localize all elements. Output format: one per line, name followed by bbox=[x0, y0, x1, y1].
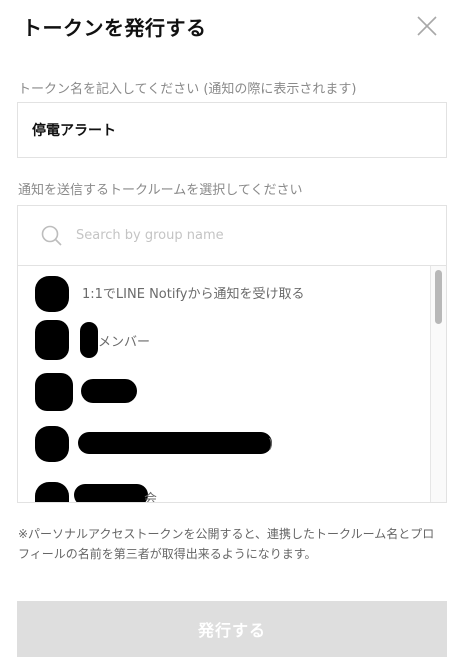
scrollbar-thumb[interactable] bbox=[435, 270, 442, 324]
token-name-input[interactable]: 停電アラート bbox=[17, 102, 447, 158]
redacted-name bbox=[78, 432, 272, 454]
room-list-scrollbar[interactable] bbox=[430, 266, 446, 502]
token-name-label: トークン名を記入してください (通知の際に表示されます) bbox=[18, 82, 357, 97]
room-item-label: 会 bbox=[144, 492, 158, 503]
redacted-name bbox=[80, 322, 98, 358]
issue-token-button[interactable]: 発行する bbox=[17, 601, 447, 657]
room-select-label: 通知を送信するトークルームを選択してください bbox=[18, 183, 303, 198]
room-item[interactable]: メンバー bbox=[18, 316, 428, 364]
avatar bbox=[35, 320, 69, 360]
close-icon[interactable] bbox=[415, 14, 439, 38]
room-item-label: メンバー bbox=[98, 334, 151, 350]
avatar bbox=[35, 426, 69, 462]
avatar bbox=[35, 482, 69, 502]
group-search-input[interactable] bbox=[76, 228, 376, 243]
room-item-label: 1:1でLINE Notifyから通知を受け取る bbox=[82, 286, 305, 302]
token-name-value: 停電アラート bbox=[32, 123, 116, 139]
avatar bbox=[35, 373, 73, 411]
avatar bbox=[35, 276, 69, 312]
redacted-name bbox=[81, 379, 137, 403]
room-item-notify[interactable]: 1:1でLINE Notifyから通知を受け取る bbox=[18, 268, 428, 316]
room-item[interactable]: ) bbox=[18, 420, 428, 468]
privacy-notice: ※パーソナルアクセストークンを公開すると、連携したトークルーム名とプロフィールの… bbox=[18, 527, 435, 561]
room-list: 1:1でLINE Notifyから通知を受け取る メンバー ) 会 bbox=[18, 266, 446, 503]
group-search-row bbox=[18, 206, 446, 266]
room-item-label: ) bbox=[268, 436, 274, 452]
room-select-box: 1:1でLINE Notifyから通知を受け取る メンバー ) 会 bbox=[17, 205, 447, 503]
room-item[interactable]: 会 bbox=[18, 474, 428, 503]
search-icon bbox=[41, 225, 62, 246]
redacted-name bbox=[74, 484, 148, 502]
dialog-title: トークンを発行する bbox=[22, 16, 207, 40]
room-item[interactable] bbox=[18, 367, 428, 415]
